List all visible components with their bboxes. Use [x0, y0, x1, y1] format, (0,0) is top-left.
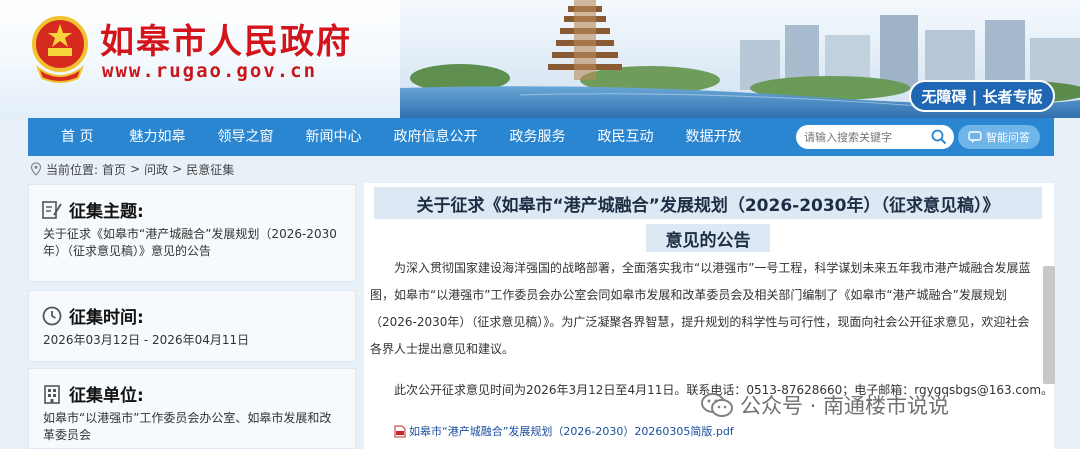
national-emblem-icon	[32, 16, 88, 83]
wechat-watermark: 公众号 · 南通楼市说说	[700, 390, 949, 420]
wechat-icon	[701, 393, 733, 417]
edit-document-icon	[42, 200, 62, 219]
smart-qa-button[interactable]: 智能问答	[958, 125, 1040, 149]
nav-item-open-data[interactable]: 数据开放	[669, 118, 757, 156]
breadcrumb-separator: >	[130, 162, 141, 176]
search-icon[interactable]	[930, 128, 948, 146]
unit-text: 如皋市“以港强市”工作委员会办公室、如皋市发展和改革委员会	[43, 411, 332, 442]
building-icon	[44, 384, 60, 404]
time-heading: 征集时间:	[69, 308, 144, 328]
time-text: 2026年03月12日 - 2026年04月11日	[43, 333, 250, 347]
topic-text: 关于征求《如皋市“港产城融合”发展规划（2026-2030年）（征求意见稿）》意…	[43, 227, 337, 258]
search-input[interactable]	[804, 130, 924, 144]
site-title: 如皋市人民政府	[100, 22, 352, 62]
unit-heading: 征集单位:	[69, 386, 144, 406]
article-subtitle: 意见的公告	[646, 224, 770, 252]
unit-card: 征集单位: 如皋市“以港强市”工作委员会办公室、如皋市发展和改革委员会	[28, 368, 356, 449]
location-pin-icon	[30, 162, 42, 176]
nav-item-charm[interactable]: 魅力如皋	[113, 118, 201, 156]
nav-item-interaction[interactable]: 政民互动	[581, 118, 669, 156]
accessibility-button[interactable]: 无障碍 | 长者专版	[909, 80, 1055, 112]
breadcrumb-separator: >	[172, 162, 183, 176]
search-box	[796, 125, 954, 149]
topic-heading: 征集主题:	[69, 202, 144, 222]
breadcrumb-current[interactable]: 民意征集	[186, 161, 234, 178]
breadcrumb-home[interactable]: 首页	[102, 161, 126, 178]
site-header: 如皋市人民政府 www.rugao.gov.cn 无障碍 | 长者专版	[0, 0, 1080, 118]
smart-qa-label: 智能问答	[986, 131, 1030, 144]
pdf-file-icon	[394, 425, 406, 437]
article-title: 关于征求《如皋市“港产城融合”发展规划（2026-2030年）（征求意见稿）》	[374, 187, 1042, 219]
attachment-link[interactable]: 如皋市“港产城融合”发展规划（2026-2030）20260305简版.pdf	[394, 423, 734, 439]
nav-item-news[interactable]: 新闻中心	[289, 118, 377, 156]
breadcrumb-wenzheng[interactable]: 问政	[144, 161, 168, 178]
article-paragraph-1: 为深入贯彻国家建设海洋强国的战略部署，全面落实我市“以港强市”一号工程，科学谋划…	[370, 261, 1031, 356]
time-card: 征集时间: 2026年03月12日 - 2026年04月11日	[28, 290, 356, 362]
nav-item-services[interactable]: 政务服务	[493, 118, 581, 156]
breadcrumb-prefix: 当前位置:	[46, 162, 99, 177]
chat-icon	[968, 131, 982, 143]
attachment-label: 如皋市“港产城融合”发展规划（2026-2030）20260305简版.pdf	[409, 425, 734, 438]
clock-icon	[42, 306, 62, 325]
nav-item-home[interactable]: 首 页	[28, 118, 113, 156]
nav-item-leaders[interactable]: 领导之窗	[201, 118, 289, 156]
watermark-text: 公众号 · 南通楼市说说	[740, 394, 950, 418]
nav-item-info-disclosure[interactable]: 政府信息公开	[377, 118, 493, 156]
main-nav: 首 页 魅力如皋 领导之窗 新闻中心 政府信息公开 政务服务 政民互动 数据开放…	[28, 118, 1054, 156]
breadcrumb: 当前位置: 首页 > 问政 > 民意征集	[30, 158, 234, 180]
topic-card: 征集主题: 关于征求《如皋市“港产城融合”发展规划（2026-2030年）（征求…	[28, 184, 356, 282]
scrollbar-thumb[interactable]	[1043, 266, 1055, 384]
site-url: www.rugao.gov.cn	[102, 60, 318, 82]
